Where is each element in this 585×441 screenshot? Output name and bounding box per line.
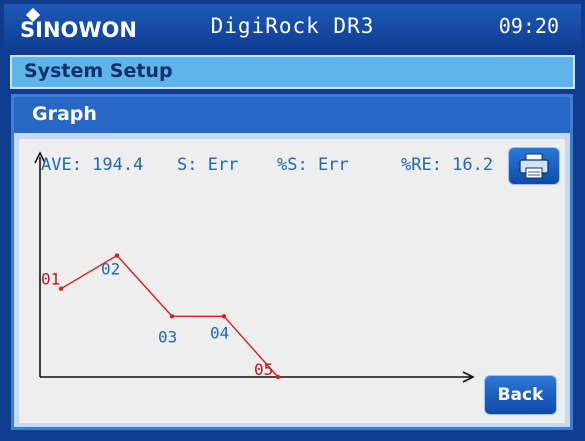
std-dev-readout: S: Err [177,155,239,175]
graph-header: Graph [14,97,570,133]
graph-panel: Graph 01 02 03 04 05 AVE: 194.4 S: Err %S: E… [11,94,573,430]
data-label-05: 05 [254,360,273,379]
printer-icon [519,153,549,179]
top-bar: SINOWON DigiRock DR3 09:20 [4,4,581,50]
data-label-03: 03 [158,327,177,346]
graph-title: Graph [32,103,97,125]
data-label-01: 01 [41,270,60,289]
chart-area: 01 02 03 04 05 AVE: 194.4 S: Err %S: Err %RE… [19,139,565,423]
average-readout: AVE: 194.4 [41,155,144,175]
pct-re-readout: %RE: 16.2 [401,155,494,175]
data-labels: 01 02 03 04 05 [41,260,273,379]
system-setup-bar: System Setup [10,55,575,89]
print-button[interactable] [508,147,560,185]
data-points [58,253,281,380]
data-point-02 [114,253,120,258]
data-point-05 [275,374,281,380]
series-line [60,254,279,378]
data-label-02: 02 [101,260,120,279]
pct-std-dev-readout: %S: Err [277,155,349,175]
system-setup-title: System Setup [24,60,173,82]
app-title: DigiRock DR3 [210,14,375,38]
device-screen: SINOWON DigiRock DR3 09:20 System Setup … [0,0,585,441]
data-label-04: 04 [210,323,229,342]
data-point-04 [221,314,227,319]
data-point-03 [169,314,175,319]
clock: 09:20 [498,14,559,38]
back-button[interactable]: Back [484,375,557,415]
